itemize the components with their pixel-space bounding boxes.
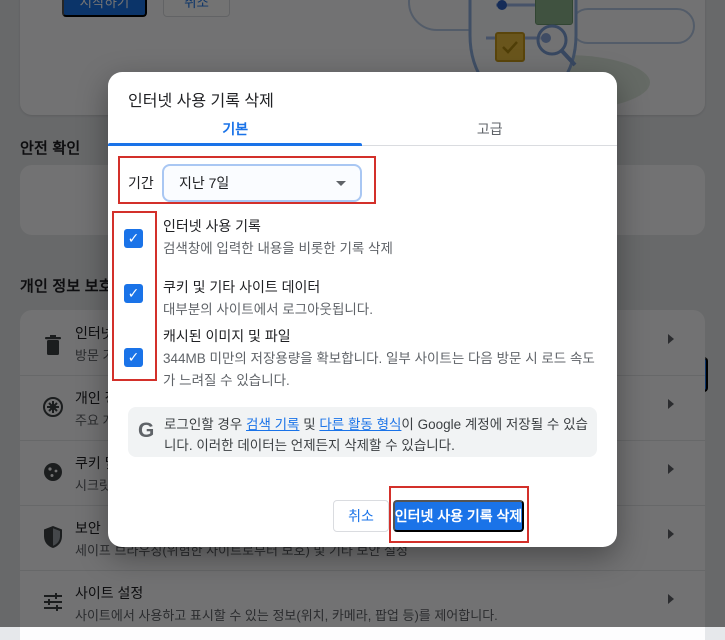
signin-note-box: G 로그인할 경우 검색 기록 및 다른 활동 형식이 Google 계정에 저… [128, 407, 597, 457]
tab-advanced[interactable]: 고급 [363, 112, 618, 145]
time-range-value: 지난 7일 [179, 175, 230, 191]
note-part3: 이 Google 계정에 저장될 수 있 [401, 417, 576, 432]
note-part1: 로그인할 경우 [164, 417, 247, 432]
checkbox-description: 344MB 미만의 저장용량을 확보합니다. 일부 사이트는 다음 방문 시 로… [163, 351, 595, 388]
time-range-label: 기간 [128, 175, 154, 191]
checkbox-description: 검색창에 입력한 내용을 비롯한 기록 삭제 [163, 241, 393, 256]
dialog-tabbar: 기본 고급 [108, 112, 617, 146]
dropdown-arrow-icon [336, 180, 346, 186]
time-range-select[interactable]: 지난 7일 [162, 164, 362, 202]
other-activity-link[interactable]: 다른 활동 형식 [319, 417, 401, 432]
checkbox-label: 캐시된 이미지 및 파일 [163, 328, 291, 344]
dialog-cancel-button[interactable]: 취소 [333, 500, 389, 532]
google-g-icon: G [138, 419, 155, 442]
tab-basic[interactable]: 기본 [108, 112, 363, 145]
checkbox-label: 쿠키 및 기타 사이트 데이터 [163, 279, 321, 295]
clear-data-button[interactable]: 인터넷 사용 기록 삭제 [393, 500, 524, 532]
check-icon: ✓ [127, 349, 140, 365]
check-icon: ✓ [127, 285, 140, 301]
checkbox-cookies[interactable]: ✓ [124, 284, 143, 303]
checkbox-cached-files[interactable]: ✓ [124, 348, 143, 367]
note-part2: 및 [299, 417, 320, 432]
checkbox-browsing-history[interactable]: ✓ [124, 229, 143, 248]
clear-browsing-data-dialog: 인터넷 사용 기록 삭제 기본 고급 기간 지난 7일 ✓ 인터넷 사용 기록 … [108, 72, 617, 547]
dialog-title: 인터넷 사용 기록 삭제 [128, 93, 274, 110]
active-tab-underline [108, 143, 362, 146]
checkbox-description: 대부분의 사이트에서 로그아웃됩니다. [163, 302, 373, 317]
search-history-link[interactable]: 검색 기록 [246, 417, 299, 432]
check-icon: ✓ [127, 230, 140, 246]
signin-note-text: 로그인할 경우 검색 기록 및 다른 활동 형식이 Google 계정에 저장될… [164, 414, 589, 456]
checkbox-label: 인터넷 사용 기록 [163, 218, 261, 234]
